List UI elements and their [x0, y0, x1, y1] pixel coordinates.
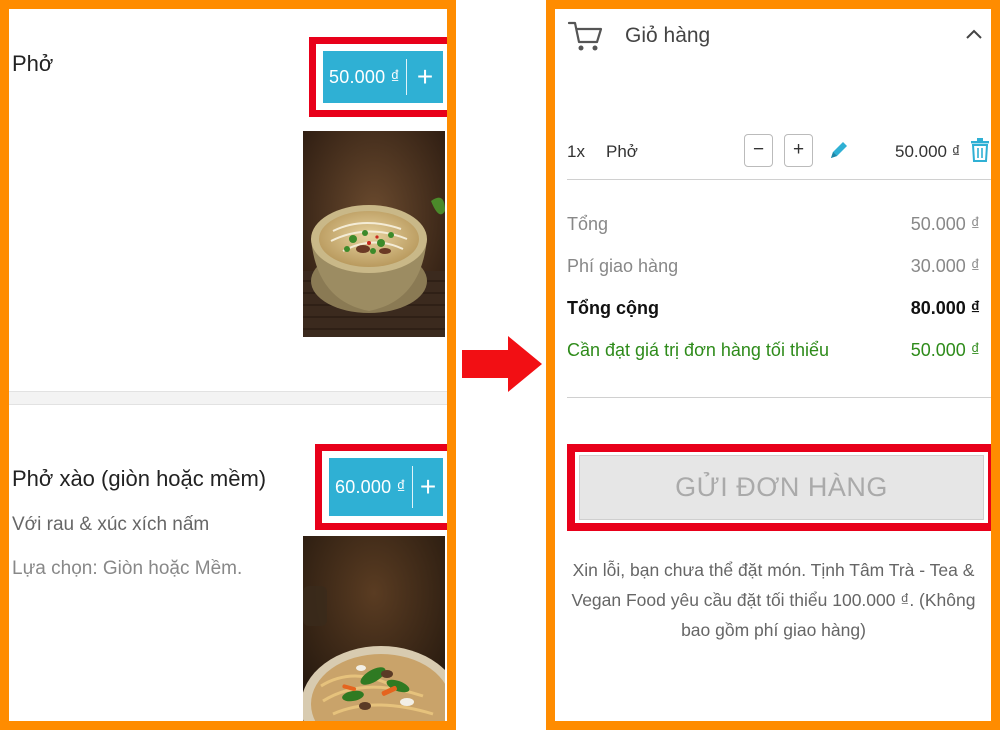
- increase-quantity-button[interactable]: +: [784, 134, 813, 167]
- total-value: 80.000 ₫: [910, 298, 980, 318]
- subtotal-row: Tổng 50.000 ₫: [567, 214, 980, 235]
- arrow-right-icon: [462, 336, 542, 392]
- decrease-quantity-button[interactable]: −: [744, 134, 773, 167]
- menu-item-pho-xao: Phở xào (giòn hoặc mềm) Với rau & xúc xí…: [12, 404, 447, 721]
- menu-item-name: Phở xào (giòn hoặc mềm): [12, 466, 267, 491]
- minimum-order-notice: Xin lỗi, bạn chưa thể đặt món. Tịnh Tâm …: [571, 560, 976, 640]
- price-highlight-frame: 50.000 ₫ +: [309, 37, 447, 117]
- submit-highlight-frame: GỬI ĐƠN HÀNG: [567, 444, 991, 531]
- menu-panel: Phở 50.000 ₫ + Phở xào (giòn hoặc mềm) V…: [0, 0, 456, 730]
- delivery-fee-value: 30.000 ₫: [910, 256, 980, 276]
- menu-item-options: Lựa chọn: Giòn hoặc Mềm.: [12, 558, 243, 579]
- cart-title: Giỏ hàng: [625, 24, 711, 47]
- subtotal-label: Tổng: [567, 214, 609, 234]
- cart-line-item: 1x Phở − + 50.000 ₫: [567, 127, 991, 179]
- line-item-name: Phở: [606, 142, 638, 161]
- menu-item-pho: Phở 50.000 ₫ +: [12, 9, 447, 394]
- total-row: Tổng cộng 80.000 ₫: [567, 298, 980, 319]
- subtotal-value: 50.000 ₫: [910, 214, 980, 234]
- minimum-order-value: 50.000 ₫: [910, 340, 980, 360]
- menu-item-description: Với rau & xúc xích nấm: [12, 514, 210, 535]
- edit-pencil-icon[interactable]: [828, 138, 850, 162]
- line-quantity: 1x: [567, 142, 585, 161]
- cart-icon: [567, 21, 603, 51]
- cart-panel: Giỏ hàng 1x Phở − + 50.000 ₫ Tổng 50.000…: [546, 0, 1000, 730]
- chevron-up-icon[interactable]: [965, 28, 983, 40]
- delivery-fee-row: Phí giao hàng 30.000 ₫: [567, 256, 980, 277]
- trash-icon[interactable]: [969, 137, 991, 163]
- line-item-price: 50.000 ₫: [895, 142, 961, 161]
- delivery-fee-label: Phí giao hàng: [567, 256, 679, 276]
- total-label: Tổng cộng: [567, 298, 659, 318]
- pho-photo: [303, 131, 445, 337]
- price-label: 60.000 ₫: [335, 476, 406, 497]
- divider: [567, 397, 991, 398]
- cart-header[interactable]: Giỏ hàng: [567, 16, 991, 56]
- item-separator: [9, 391, 447, 405]
- menu-item-name: Phở: [12, 51, 54, 76]
- add-to-cart-button[interactable]: 50.000 ₫ +: [323, 51, 443, 103]
- add-to-cart-button[interactable]: 60.000 ₫ +: [329, 458, 443, 516]
- submit-order-button[interactable]: GỬI ĐƠN HÀNG: [579, 455, 984, 520]
- price-highlight-frame: 60.000 ₫ +: [315, 444, 447, 530]
- pho-xao-photo: [303, 536, 445, 721]
- minimum-order-label: Cần đạt giá trị đơn hàng tối thiểu: [567, 340, 829, 360]
- plus-icon: +: [416, 61, 434, 92]
- plus-icon: +: [419, 471, 437, 502]
- divider: [567, 179, 991, 180]
- minimum-order-row: Cần đạt giá trị đơn hàng tối thiểu 50.00…: [567, 340, 980, 361]
- price-label: 50.000 ₫: [329, 66, 400, 87]
